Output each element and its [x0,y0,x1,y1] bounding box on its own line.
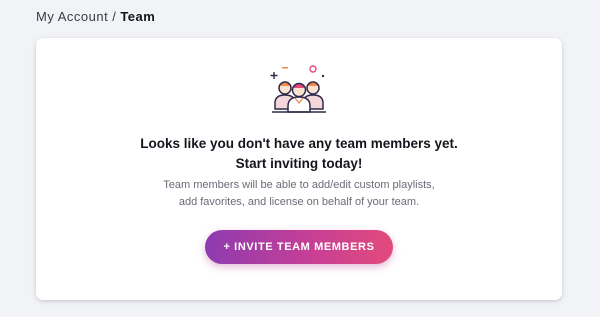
headline-line-1: Looks like you don't have any team membe… [140,136,458,151]
empty-state-headline: Looks like you don't have any team membe… [36,134,562,174]
breadcrumb-parent-link[interactable]: My Account [36,9,108,24]
breadcrumb-separator: / [112,9,117,24]
headline-line-2: Start inviting today! [235,156,363,171]
empty-state-description: Team members will be able to add/edit cu… [36,177,562,211]
team-members-icon [269,64,329,116]
team-empty-state-card: Looks like you don't have any team membe… [36,38,562,300]
description-line-2: add favorites, and license on behalf of … [178,196,420,208]
breadcrumb-current: Team [120,9,156,24]
description-line-1: Team members will be able to add/edit cu… [163,179,435,191]
breadcrumb: My Account / Team [36,9,155,24]
invite-team-members-button[interactable]: + INVITE TEAM MEMBERS [205,230,393,264]
